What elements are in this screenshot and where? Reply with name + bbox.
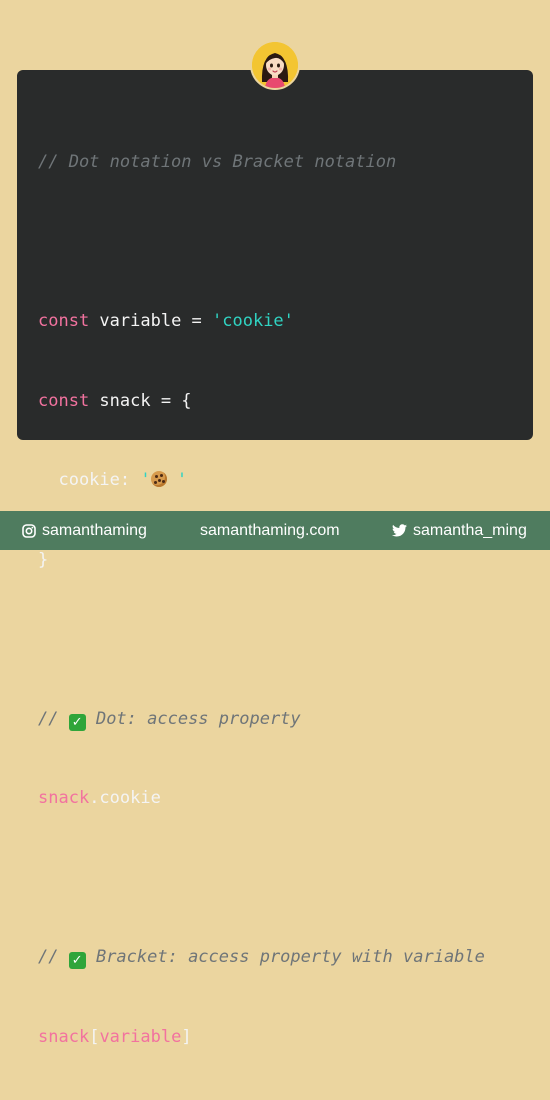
- dot-access: .cookie: [89, 788, 161, 808]
- snack-declaration: snack = {: [89, 390, 192, 411]
- variable-declaration: variable =: [89, 311, 213, 331]
- instagram-icon: [22, 523, 36, 538]
- bracket-open: [: [89, 1026, 100, 1047]
- comment-dot: Dot: access property: [85, 708, 301, 729]
- code-line-9: snack.cookie: [38, 785, 485, 812]
- snack-object: snack: [38, 1026, 90, 1047]
- cookie-key: cookie:: [38, 470, 141, 490]
- closing-brace: }: [38, 549, 49, 570]
- cookie-emoji-icon: [150, 471, 167, 487]
- comment-bracket: Bracket: access property with variable: [85, 947, 485, 967]
- code-line-12: snack[variable]: [38, 1024, 485, 1051]
- check-mark-icon: ✓: [68, 713, 86, 731]
- comment-title: // Dot notation vs Bracket notation: [38, 152, 397, 172]
- string-cookie: 'cookie': [212, 311, 294, 331]
- quote-close: ': [166, 470, 188, 490]
- code-line-blank-2: [38, 626, 485, 653]
- twitter-link[interactable]: samantha_ming: [392, 511, 527, 550]
- avatar-icon: [252, 42, 298, 88]
- code-line-1: // Dot notation vs Bracket notation: [38, 149, 485, 176]
- quote-open: ': [140, 470, 151, 490]
- twitter-handle: samantha_ming: [413, 522, 527, 539]
- code-line-3: const variable = 'cookie': [38, 308, 485, 335]
- code-line-6: }: [38, 547, 485, 574]
- snack-object: snack: [38, 788, 90, 808]
- website-text: samanthaming.com: [200, 522, 340, 539]
- website-link[interactable]: samanthaming.com: [200, 511, 340, 550]
- bracket-variable: variable: [99, 1026, 182, 1047]
- code-line-5: cookie: ' ': [38, 467, 485, 494]
- code-card: // Dot notation vs Bracket notation cons…: [17, 70, 533, 1047]
- code-line-11: // ✓ Bracket: access property with varia…: [38, 944, 485, 971]
- code-line-8: // ✓ Dot: access property: [38, 706, 485, 733]
- check-mark-icon: ✓: [68, 952, 86, 969]
- bracket-close: ]: [181, 1026, 192, 1047]
- instagram-handle: samanthaming: [42, 522, 147, 539]
- code-block: // Dot notation vs Bracket notation cons…: [38, 96, 485, 1100]
- const-keyword: const: [38, 390, 90, 411]
- code-line-blank-3: [38, 865, 485, 892]
- comment-prefix: //: [38, 947, 69, 967]
- comment-prefix: //: [38, 708, 69, 729]
- code-line-4: const snack = {: [38, 388, 485, 415]
- const-keyword: const: [38, 311, 90, 331]
- code-line-blank-1: [38, 229, 485, 256]
- instagram-link[interactable]: samanthaming: [22, 511, 147, 550]
- footer: samanthaming samanthaming.com samantha_m…: [0, 511, 550, 550]
- twitter-icon: [392, 524, 407, 537]
